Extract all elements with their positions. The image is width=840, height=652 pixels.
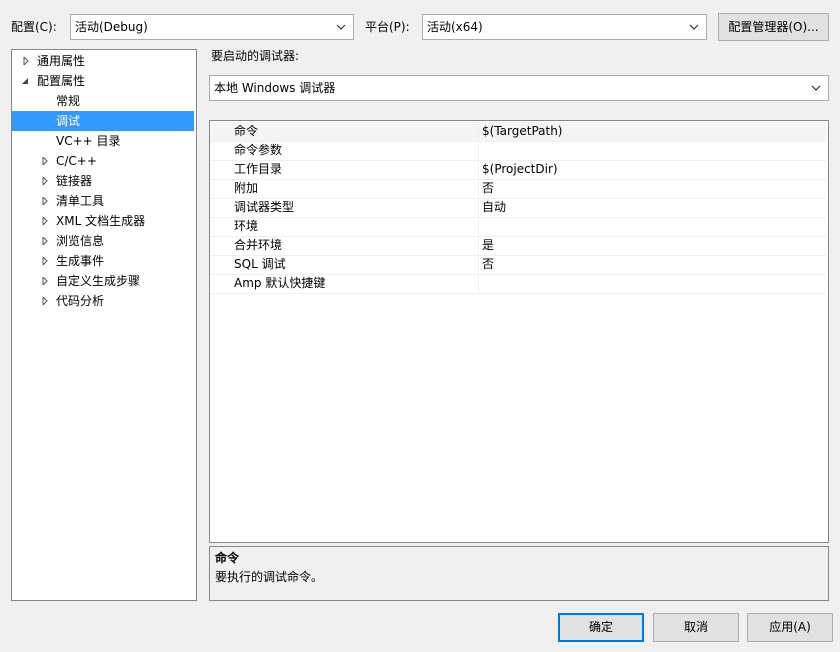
tree-item-label: 清单工具 (56, 194, 105, 208)
config-combo[interactable]: 活动(Debug) (70, 14, 354, 40)
tree-item-cpp[interactable]: C/C++ (12, 151, 194, 171)
property-value[interactable]: 是 (482, 237, 494, 254)
tree-item-vcpp-directories[interactable]: VC++ 目录 (12, 131, 194, 151)
property-name: SQL 调试 (234, 257, 286, 271)
tree-item-code-analysis[interactable]: 代码分析 (12, 291, 194, 311)
expand-arrow-icon[interactable] (41, 157, 49, 165)
property-value[interactable]: 否 (482, 180, 494, 197)
description-text: 要执行的调试命令。 (215, 570, 324, 584)
property-row-amp-default-accelerator[interactable]: Amp 默认快捷键 (210, 274, 826, 294)
property-value[interactable]: 否 (482, 256, 494, 273)
config-manager-button[interactable]: 配置管理器(O)... (718, 13, 829, 41)
tree-item-custom-build-step[interactable]: 自定义生成步骤 (12, 271, 194, 291)
property-name: 工作目录 (234, 162, 283, 176)
property-row-sql-debugging[interactable]: SQL 调试 否 (210, 255, 826, 275)
expand-arrow-icon[interactable] (22, 57, 30, 65)
ok-button[interactable]: 确定 (558, 613, 644, 642)
property-row-debugger-type[interactable]: 调试器类型 自动 (210, 198, 826, 218)
tree-item-manifest-tool[interactable]: 清单工具 (12, 191, 194, 211)
tree-item-label: 调试 (56, 114, 81, 128)
property-row-attach[interactable]: 附加 否 (210, 179, 826, 199)
tree-item-label: 自定义生成步骤 (56, 274, 141, 288)
tree-item-common-properties[interactable]: 通用属性 (12, 51, 194, 71)
expand-arrow-icon[interactable] (41, 277, 49, 285)
collapse-arrow-icon[interactable] (21, 77, 29, 85)
tree-item-build-events[interactable]: 生成事件 (12, 251, 194, 271)
debugger-label: 要启动的调试器: (211, 49, 300, 63)
tree-item-general[interactable]: 常规 (12, 91, 194, 111)
column-divider (478, 122, 479, 141)
expand-arrow-icon[interactable] (41, 257, 49, 265)
property-row-merge-environment[interactable]: 合并环境 是 (210, 236, 826, 256)
platform-combo-value: 活动(x64) (427, 20, 483, 34)
apply-button[interactable]: 应用(A) (747, 613, 833, 642)
tree-item-linker[interactable]: 链接器 (12, 171, 194, 191)
tree-item-debugging[interactable]: 调试 (12, 111, 194, 131)
tree-item-xml-doc-generator[interactable]: XML 文档生成器 (12, 211, 194, 231)
property-name: Amp 默认快捷键 (234, 276, 326, 290)
expand-arrow-icon[interactable] (41, 297, 49, 305)
property-row-working-directory[interactable]: 工作目录 $(ProjectDir) (210, 160, 826, 180)
chevron-down-icon (336, 24, 346, 30)
column-divider (478, 141, 479, 160)
column-divider (478, 198, 479, 217)
column-divider (478, 274, 479, 293)
description-title: 命令 (215, 551, 240, 565)
cancel-button[interactable]: 取消 (653, 613, 739, 642)
tree-item-browse-info[interactable]: 浏览信息 (12, 231, 194, 251)
description-panel: 命令 要执行的调试命令。 (209, 546, 829, 601)
property-name: 命令 (234, 124, 259, 138)
tree-item-label: 生成事件 (56, 254, 105, 268)
platform-label: 平台(P): (365, 20, 410, 34)
property-value[interactable]: $(TargetPath) (482, 123, 562, 140)
expand-arrow-icon[interactable] (41, 177, 49, 185)
column-divider (478, 236, 479, 255)
chevron-down-icon (689, 24, 699, 30)
property-name: 附加 (234, 181, 259, 195)
tree-item-label: VC++ 目录 (56, 134, 121, 148)
property-name: 命令参数 (234, 143, 283, 157)
property-name: 合并环境 (234, 238, 283, 252)
debugger-combo-value: 本地 Windows 调试器 (214, 81, 336, 95)
debugger-combo[interactable]: 本地 Windows 调试器 (209, 75, 829, 101)
property-row-command-arguments[interactable]: 命令参数 (210, 141, 826, 161)
tree-item-label: 链接器 (56, 174, 93, 188)
tree-item-label: XML 文档生成器 (56, 214, 146, 228)
tree-item-label: C/C++ (56, 154, 97, 168)
column-divider (478, 217, 479, 236)
tree-item-config-properties[interactable]: 配置属性 (12, 71, 194, 91)
property-name: 调试器类型 (234, 200, 295, 214)
expand-arrow-icon[interactable] (41, 237, 49, 245)
column-divider (478, 179, 479, 198)
platform-combo[interactable]: 活动(x64) (422, 14, 707, 40)
tree-item-label: 常规 (56, 94, 81, 108)
config-combo-value: 活动(Debug) (75, 20, 148, 34)
tree-item-label: 配置属性 (37, 74, 86, 88)
expand-arrow-icon[interactable] (41, 217, 49, 225)
tree-item-label: 浏览信息 (56, 234, 105, 248)
expand-arrow-icon[interactable] (41, 197, 49, 205)
property-value[interactable]: $(ProjectDir) (482, 161, 558, 178)
property-row-environment[interactable]: 环境 (210, 217, 826, 237)
property-value[interactable]: 自动 (482, 199, 506, 216)
property-row-command[interactable]: 命令 $(TargetPath) (210, 122, 826, 142)
tree-item-label: 代码分析 (56, 294, 105, 308)
property-grid: 命令 $(TargetPath) 命令参数 工作目录 $(ProjectDir)… (209, 120, 829, 543)
tree-item-label: 通用属性 (37, 54, 86, 68)
column-divider (478, 255, 479, 274)
property-tree: 通用属性 配置属性 常规 调试 VC++ 目录 C/C++ 链接器 清单工具 X… (11, 49, 197, 601)
config-label: 配置(C): (11, 20, 57, 34)
column-divider (478, 160, 479, 179)
property-name: 环境 (234, 219, 259, 233)
chevron-down-icon (811, 85, 821, 91)
